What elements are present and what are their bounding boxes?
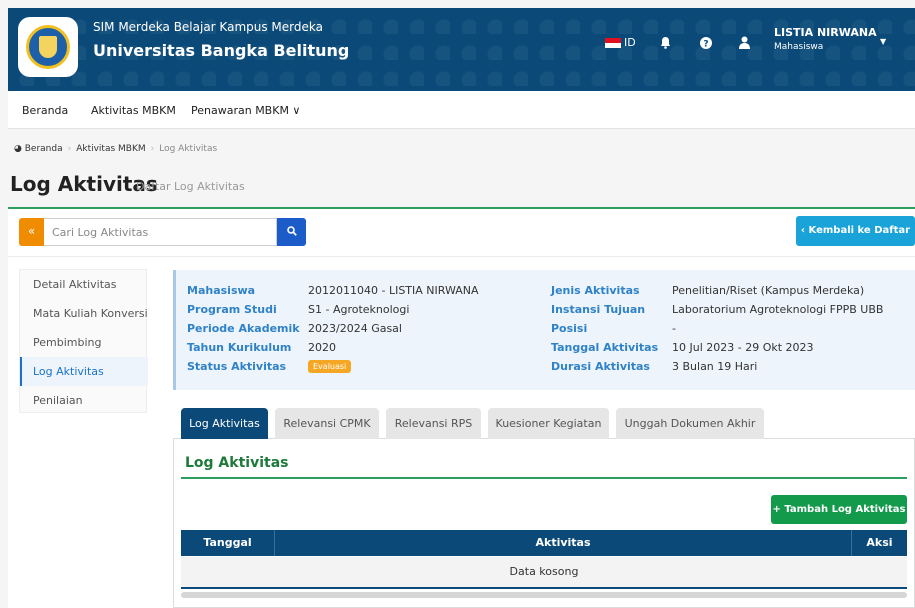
search-input[interactable]: [44, 218, 277, 246]
nav-item-beranda[interactable]: Beranda: [22, 104, 68, 117]
tab-unggah-dokumen-akhir[interactable]: Unggah Dokumen Akhir: [616, 408, 764, 439]
side-item-pembimbing[interactable]: Pembimbing: [20, 328, 148, 357]
label-mahasiswa: Mahasiswa: [187, 284, 256, 297]
side-item-penilaian[interactable]: Penilaian: [20, 386, 148, 415]
breadcrumb-beranda[interactable]: Beranda: [25, 144, 63, 154]
search-button[interactable]: [277, 218, 306, 246]
add-log-button[interactable]: + Tambah Log Aktivitas: [771, 495, 907, 524]
tab-kuesioner-kegiatan[interactable]: Kuesioner Kegiatan: [488, 408, 609, 439]
app-subtitle: SIM Merdeka Belajar Kampus Merdeka: [93, 20, 323, 34]
label-status-aktivitas: Status Aktivitas: [187, 360, 287, 373]
label-jenis-aktivitas: Jenis Aktivitas: [551, 284, 640, 297]
column-header-aktivitas[interactable]: Aktivitas: [275, 530, 851, 556]
side-item-mata-kuliah-konversi[interactable]: Mata Kuliah Konversi: [20, 299, 148, 328]
label-tanggal-aktivitas: Tanggal Aktivitas: [551, 341, 659, 354]
search-icon: [286, 226, 297, 236]
table-header: Tanggal Aktivitas Aksi: [181, 530, 907, 556]
value-tahun-kurikulum: 2020: [308, 341, 336, 354]
value-instansi-tujuan: Laboratorium Agroteknologi FPPB UBB: [672, 303, 884, 316]
university-logo[interactable]: [18, 17, 78, 77]
table-empty-row: Data kosong: [181, 557, 907, 587]
help-icon[interactable]: ?: [700, 37, 712, 49]
breadcrumb-aktivitas-mbkm[interactable]: Aktivitas MBKM: [76, 144, 145, 154]
tab-log-aktivitas[interactable]: Log Aktivitas: [181, 408, 268, 439]
column-header-aksi: Aksi: [866, 536, 893, 549]
breadcrumb: ◕ Beranda › Aktivitas MBKM › Log Aktivitas: [14, 144, 218, 154]
value-program-studi: S1 - Agroteknologi: [308, 303, 410, 316]
panel-title: Log Aktivitas: [185, 455, 289, 471]
label-tahun-kurikulum: Tahun Kurikulum: [187, 341, 292, 354]
logo-emblem-icon: [26, 25, 70, 69]
label-program-studi: Program Studi: [187, 303, 277, 316]
page-subtitle: Daftar Log Aktivitas: [136, 180, 245, 193]
side-menu: Detail Aktivitas Mata Kuliah Konversi Pe…: [19, 269, 148, 415]
main-nav: Beranda Aktivitas MBKM Penawaran MBKM ∨: [8, 91, 915, 129]
app-header: SIM Merdeka Belajar Kampus Merdeka Unive…: [8, 8, 915, 91]
panel-title-underline: [181, 477, 907, 479]
horizontal-scrollbar[interactable]: [181, 592, 907, 598]
user-name[interactable]: LISTIA NIRWANA: [774, 26, 877, 39]
status-badge: Evaluasi: [308, 360, 352, 373]
value-mahasiswa: 2012011040 - LISTIA NIRWANA: [308, 284, 479, 297]
chevron-down-icon[interactable]: ▼: [880, 37, 886, 46]
user-role: Mahasiswa: [774, 42, 824, 52]
language-selector[interactable]: ID: [624, 36, 636, 49]
table-bottom-border: [181, 587, 907, 589]
indonesia-flag-icon[interactable]: [605, 38, 621, 48]
collapse-sidebar-button[interactable]: «: [19, 218, 44, 246]
value-periode-akademik: 2023/2024 Gasal: [308, 322, 402, 335]
value-jenis-aktivitas: Penelitian/Riset (Kampus Merdeka): [672, 284, 865, 297]
side-item-detail-aktivitas[interactable]: Detail Aktivitas: [20, 270, 148, 299]
value-posisi: -: [672, 322, 676, 335]
nav-item-penawaran-mbkm[interactable]: Penawaran MBKM ∨: [191, 104, 300, 117]
back-to-list-button[interactable]: ‹ Kembali ke Daftar: [796, 216, 915, 246]
side-item-log-aktivitas[interactable]: Log Aktivitas: [20, 357, 148, 386]
label-posisi: Posisi: [551, 322, 588, 335]
tab-relevansi-rps[interactable]: Relevansi RPS: [386, 408, 481, 439]
value-durasi-aktivitas: 3 Bulan 19 Hari: [672, 360, 758, 373]
bell-icon[interactable]: [660, 36, 671, 49]
column-header-tanggal[interactable]: Tanggal: [181, 530, 274, 556]
breadcrumb-current: Log Aktivitas: [159, 144, 218, 154]
user-icon[interactable]: [739, 36, 750, 49]
app-title[interactable]: Universitas Bangka Belitung: [93, 41, 349, 60]
label-periode-akademik: Periode Akademik: [187, 322, 300, 335]
label-instansi-tujuan: Instansi Tujuan: [551, 303, 646, 316]
svg-text:?: ?: [703, 40, 708, 50]
toolbar-divider: [8, 256, 915, 257]
label-durasi-aktivitas: Durasi Aktivitas: [551, 360, 650, 373]
dashboard-icon: ◕: [14, 144, 22, 154]
tab-relevansi-cpmk[interactable]: Relevansi CPMK: [275, 408, 379, 439]
nav-item-aktivitas-mbkm[interactable]: Aktivitas MBKM: [91, 104, 176, 117]
value-tanggal-aktivitas: 10 Jul 2023 - 29 Okt 2023: [672, 341, 814, 354]
